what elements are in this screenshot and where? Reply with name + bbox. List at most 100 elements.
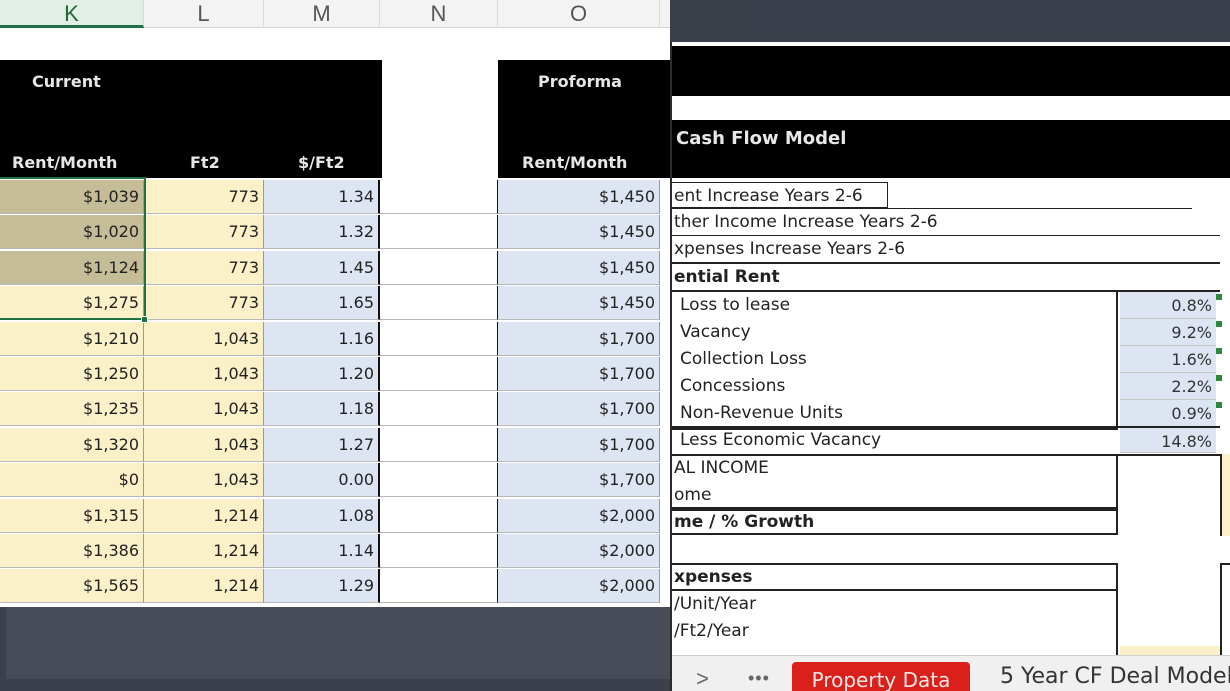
- current-rent-cell[interactable]: $1,320: [0, 428, 144, 462]
- rent-per-ft2-cell[interactable]: 1.27: [264, 428, 380, 462]
- more-sheets-icon[interactable]: •••: [748, 668, 770, 689]
- rent-per-ft2-cell[interactable]: 1.16: [264, 322, 380, 356]
- rent-per-ft2-cell[interactable]: 1.45: [264, 251, 380, 285]
- current-rent-cell[interactable]: $1,315: [0, 499, 144, 533]
- proforma-rent-cell[interactable]: $1,450: [498, 251, 660, 285]
- empty-cell[interactable]: [380, 499, 498, 533]
- column-header-row: K L M N O P: [0, 0, 670, 28]
- proforma-rent-cell[interactable]: $1,450: [498, 286, 660, 320]
- expenses-edge: [1220, 563, 1230, 655]
- rent-per-ft2-cell[interactable]: 1.32: [264, 215, 380, 249]
- empty-cell[interactable]: [380, 322, 498, 356]
- vacancy-item-label: Concessions: [680, 376, 786, 396]
- ft2-header: Ft2: [190, 153, 220, 172]
- ft2-cell[interactable]: 1,214: [144, 534, 264, 568]
- ft2-cell[interactable]: 773: [144, 286, 264, 320]
- proforma-rent-cell[interactable]: $1,700: [498, 357, 660, 391]
- ft2-cell[interactable]: 1,214: [144, 499, 264, 533]
- current-rent-cell[interactable]: $1,250: [0, 357, 144, 391]
- rent-per-ft2-cell[interactable]: 1.34: [264, 180, 380, 214]
- current-rent-cell[interactable]: $1,039: [0, 180, 144, 214]
- ft2-cell[interactable]: 773: [144, 180, 264, 214]
- proforma-rent-cell[interactable]: $1,700: [498, 428, 660, 462]
- formula-indicator-icon: [1216, 348, 1222, 354]
- ft2-cell[interactable]: 773: [144, 215, 264, 249]
- vacancy-item-label: Vacancy: [680, 322, 751, 342]
- empty-cell[interactable]: [380, 534, 498, 568]
- empty-cell[interactable]: [380, 463, 498, 497]
- vacancy-item-value[interactable]: 0.9%: [1120, 400, 1216, 427]
- rent-per-ft2-cell[interactable]: 1.29: [264, 569, 380, 603]
- column-header-o[interactable]: O: [498, 0, 660, 28]
- proforma-rent-cell[interactable]: $2,000: [498, 569, 660, 603]
- proforma-rent-cell[interactable]: $1,450: [498, 180, 660, 214]
- current-rent-cell[interactable]: $1,235: [0, 392, 144, 426]
- rent-month-header: Rent/Month: [12, 153, 118, 172]
- current-rent-cell[interactable]: $1,565: [0, 569, 144, 603]
- economic-vacancy-label: Less Economic Vacancy: [680, 430, 882, 450]
- fill-handle[interactable]: [141, 316, 148, 323]
- column-header-m[interactable]: M: [264, 0, 380, 28]
- vacancy-item-label: Collection Loss: [680, 349, 807, 369]
- ft2-cell[interactable]: 1,214: [144, 569, 264, 603]
- empty-cell[interactable]: [380, 215, 498, 249]
- next-sheet-chevron-icon[interactable]: >: [696, 666, 709, 691]
- ft2-cell[interactable]: 1,043: [144, 357, 264, 391]
- column-header-n[interactable]: N: [380, 0, 498, 28]
- vacancy-item-value[interactable]: 2.2%: [1120, 373, 1216, 400]
- tab-5-year-cf-deal-model[interactable]: 5 Year CF Deal Model: [1000, 664, 1230, 689]
- vacancy-item-label: Loss to lease: [680, 295, 791, 315]
- rent-per-ft2-cell[interactable]: 1.08: [264, 499, 380, 533]
- income-growth-label: me / % Growth: [674, 512, 815, 532]
- column-header-l[interactable]: L: [144, 0, 264, 28]
- current-rent-cell[interactable]: $0: [0, 463, 144, 497]
- current-rent-cell[interactable]: $1,386: [0, 534, 144, 568]
- ft2-cell[interactable]: 1,043: [144, 392, 264, 426]
- formula-indicator-icon: [1216, 375, 1222, 381]
- tab-property-data[interactable]: Property Data: [792, 662, 970, 691]
- empty-cell[interactable]: [380, 180, 498, 214]
- proforma-rent-month-header: Rent/Month: [522, 153, 628, 172]
- proforma-rent-cell[interactable]: $2,000: [498, 499, 660, 533]
- proforma-rent-cell[interactable]: $1,700: [498, 463, 660, 497]
- expenses-label: xpenses: [674, 567, 753, 587]
- vacancy-item-value[interactable]: 0.8%: [1120, 292, 1216, 319]
- empty-cell[interactable]: [380, 392, 498, 426]
- proforma-rent-cell[interactable]: $1,450: [498, 215, 660, 249]
- vacancy-item-value[interactable]: 1.6%: [1120, 346, 1216, 373]
- ft2-cell[interactable]: 1,043: [144, 428, 264, 462]
- expense-per-unit-label: /Unit/Year: [674, 594, 757, 614]
- proforma-rent-cell[interactable]: $1,700: [498, 322, 660, 356]
- current-rent-cell[interactable]: $1,124: [0, 251, 144, 285]
- rent-per-ft2-cell[interactable]: 0.00: [264, 463, 380, 497]
- rent-per-ft2-cell[interactable]: 1.18: [264, 392, 380, 426]
- proforma-rent-cell[interactable]: $2,000: [498, 534, 660, 568]
- other-income-increase-label: ther Income Increase Years 2-6: [674, 212, 938, 232]
- column-header-k[interactable]: K: [0, 0, 144, 28]
- current-rent-cell[interactable]: $1,275: [0, 286, 144, 320]
- per-ft2-header: $/Ft2: [298, 153, 345, 172]
- rent-per-ft2-cell[interactable]: 1.65: [264, 286, 380, 320]
- sheet-tab-bar: > ••• Property Data 5 Year CF Deal Model: [672, 655, 1230, 691]
- empty-cell[interactable]: [380, 286, 498, 320]
- column-header-p[interactable]: P: [660, 0, 670, 28]
- proforma-rent-cell[interactable]: $1,700: [498, 392, 660, 426]
- empty-cell[interactable]: [380, 428, 498, 462]
- proforma-label: Proforma: [538, 72, 622, 91]
- formula-indicator-icon: [1216, 402, 1222, 408]
- economic-vacancy-value[interactable]: 14.8%: [1120, 426, 1216, 453]
- current-rent-cell[interactable]: $1,210: [0, 322, 144, 356]
- ft2-cell[interactable]: 773: [144, 251, 264, 285]
- left-spreadsheet: K L M N O P Current Rent/Month Ft2 $/Ft2…: [0, 0, 670, 691]
- vacancy-item-value[interactable]: 9.2%: [1120, 319, 1216, 346]
- empty-cell[interactable]: [380, 569, 498, 603]
- formula-indicator-icon: [1216, 321, 1222, 327]
- empty-cell[interactable]: [380, 357, 498, 391]
- current-rent-cell[interactable]: $1,020: [0, 215, 144, 249]
- rent-increase-label: ent Increase Years 2-6: [674, 186, 863, 206]
- ft2-cell[interactable]: 1,043: [144, 322, 264, 356]
- ft2-cell[interactable]: 1,043: [144, 463, 264, 497]
- rent-per-ft2-cell[interactable]: 1.20: [264, 357, 380, 391]
- empty-cell[interactable]: [380, 251, 498, 285]
- rent-per-ft2-cell[interactable]: 1.14: [264, 534, 380, 568]
